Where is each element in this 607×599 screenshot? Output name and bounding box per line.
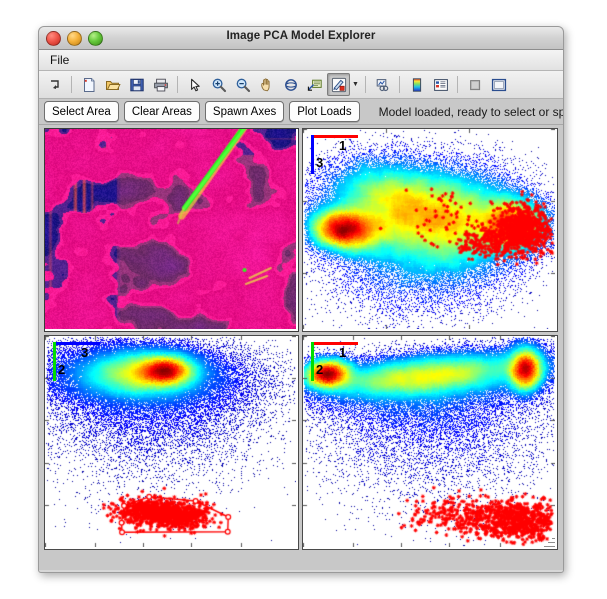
plot-loads-button[interactable]: Plot Loads [289, 101, 359, 122]
brush-data-icon[interactable] [327, 73, 350, 96]
plot-grid: 1 3 3 2 1 [39, 125, 563, 570]
action-button-bar: Select Area Clear Areas Spawn Axes Plot … [39, 99, 563, 125]
select-area-button[interactable]: Select Area [44, 101, 119, 122]
scores-pc1-pc3-panel[interactable]: 1 3 [302, 128, 558, 332]
toolbar-separator [457, 76, 458, 93]
application-window: Image PCA Model Explorer File ▼ Select A… [38, 26, 564, 573]
zoom-in-icon[interactable] [207, 73, 230, 96]
open-file-icon[interactable] [101, 73, 124, 96]
pan-hand-icon[interactable] [255, 73, 278, 96]
toolbar-separator [177, 76, 178, 93]
link-plot-icon[interactable] [371, 73, 394, 96]
pointer-select-icon[interactable] [183, 73, 206, 96]
save-figure-icon[interactable] [125, 73, 148, 96]
score-image-canvas[interactable] [45, 129, 296, 329]
scores-pc1-pc3-canvas[interactable] [303, 129, 555, 329]
menu-file[interactable]: File [43, 52, 76, 68]
scores-pc3-pc2-panel[interactable]: 3 2 [44, 335, 299, 550]
scores-pc1-pc2-canvas[interactable] [303, 336, 555, 547]
toolbar-separator [365, 76, 366, 93]
rotate-3d-icon[interactable] [279, 73, 302, 96]
data-cursor-icon[interactable] [303, 73, 326, 96]
show-plot-tools-icon[interactable] [487, 73, 510, 96]
desktop-background: Image PCA Model Explorer File ▼ Select A… [0, 0, 607, 599]
colorbar-icon[interactable] [405, 73, 428, 96]
menu-bar: File [39, 50, 563, 71]
dock-control-icon[interactable] [43, 73, 66, 96]
scores-pc1-pc2-panel[interactable]: 1 2 [302, 335, 558, 550]
scores-pc3-pc2-canvas[interactable] [45, 336, 296, 547]
figure-toolbar: ▼ [39, 71, 563, 99]
window-titlebar[interactable]: Image PCA Model Explorer [39, 27, 563, 50]
clear-areas-button[interactable]: Clear Areas [124, 101, 200, 122]
legend-icon[interactable] [429, 73, 452, 96]
status-message: Model loaded, ready to select or spawn [379, 105, 564, 119]
resize-grip-icon[interactable] [544, 536, 555, 547]
score-image-panel[interactable] [44, 128, 299, 332]
toolbar-separator [71, 76, 72, 93]
window-title: Image PCA Model Explorer [39, 30, 563, 42]
hide-plot-tools-icon[interactable] [463, 73, 486, 96]
zoom-out-icon[interactable] [231, 73, 254, 96]
brush-dropdown-caret-icon[interactable]: ▼ [351, 74, 360, 95]
print-figure-icon[interactable] [149, 73, 172, 96]
toolbar-separator [399, 76, 400, 93]
new-figure-icon[interactable] [77, 73, 100, 96]
spawn-axes-button[interactable]: Spawn Axes [205, 101, 284, 122]
